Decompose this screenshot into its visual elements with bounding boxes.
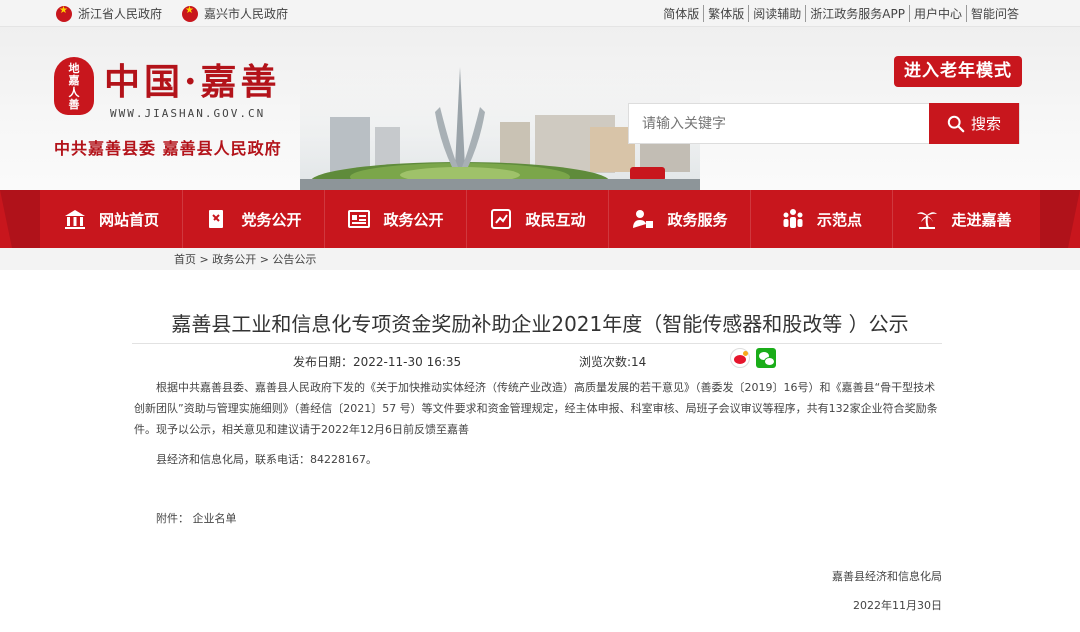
elder-mode-button[interactable]: 进入老年模式	[894, 56, 1022, 87]
simplified-link[interactable]: 简体版	[659, 5, 703, 22]
publish-date-label: 发布日期：	[293, 355, 354, 369]
people-icon	[783, 209, 803, 228]
view-count-label: 浏览次数:	[579, 355, 632, 369]
search-icon	[947, 115, 965, 132]
title-divider	[132, 343, 942, 344]
breadcrumb[interactable]: 首页 > 政务公开 > 公告公示	[174, 251, 316, 267]
zhejiang-gov-label: 浙江省人民政府	[78, 7, 163, 21]
nav-item-label: 政民互动	[525, 210, 586, 229]
nav-item-service[interactable]: 政务服务	[608, 190, 750, 248]
nav-item-label: 政务服务	[667, 210, 728, 229]
nav-item-interaction[interactable]: 政民互动	[466, 190, 608, 248]
share-buttons	[730, 348, 776, 368]
search-button-label: 搜索	[970, 115, 1001, 133]
document-icon	[348, 210, 371, 228]
nav-item-about-jiashan[interactable]: 走进嘉善	[892, 190, 1034, 248]
signature-date: 2022年11月30日	[853, 599, 942, 612]
palm-tree-icon	[917, 212, 938, 229]
nav-item-demo-site[interactable]: 示范点	[750, 190, 892, 248]
signature-org: 嘉善县经济和信息化局	[832, 570, 942, 583]
nav-item-gov-affairs[interactable]: 政务公开	[324, 190, 466, 248]
view-count-value: 14	[631, 355, 647, 369]
smart-qa-link[interactable]: 智能问答	[965, 5, 1023, 22]
main-nav: 网站首页 党务公开 政务公开 政民互动 政务服务 示范点 走进嘉善	[0, 190, 1080, 248]
wechat-share-icon[interactable]	[756, 348, 776, 368]
article-paragraph-contact: 县经济和信息化局，联系电话：84228167。	[156, 453, 377, 466]
publish-date-value: 2022-11-30 16:35	[353, 355, 462, 369]
logo-seal: 地嘉人善	[54, 57, 94, 115]
site-title[interactable]: 中国·嘉善	[104, 53, 281, 105]
chat-icon	[491, 209, 512, 229]
nav-left-edge	[0, 190, 40, 248]
article-body: 根据中共嘉善县委、嘉善县人民政府下发的《关于加快推动实体经济（传统产业改造）高质…	[134, 377, 944, 440]
search-button[interactable]: 搜索	[929, 103, 1019, 144]
nav-item-label: 政务公开	[383, 210, 444, 229]
nav-item-label: 走进嘉善	[951, 210, 1012, 229]
search-input[interactable]	[629, 104, 929, 143]
nav-item-party[interactable]: 党务公开	[182, 190, 324, 248]
search-bar: 搜索	[628, 103, 1020, 144]
site-header: 地嘉人善 中国·嘉善 WWW.JIASHAN.GOV.CN 中共嘉善县委 嘉善县…	[0, 27, 1080, 190]
article-paragraph: 根据中共嘉善县委、嘉善县人民政府下发的《关于加快推动实体经济（传统产业改造）高质…	[134, 381, 938, 436]
nav-item-label: 示范点	[816, 210, 862, 229]
party-flag-icon	[209, 210, 224, 228]
weibo-share-icon[interactable]	[730, 348, 750, 368]
traditional-link[interactable]: 繁体版	[703, 5, 748, 22]
breadcrumb-bar: 首页 > 政务公开 > 公告公示	[0, 248, 1080, 270]
nav-right-edge	[1040, 190, 1080, 248]
jiaxing-gov-label: 嘉兴市人民政府	[204, 7, 289, 21]
home-icon	[64, 210, 85, 229]
app-link[interactable]: 浙江政务服务APP	[805, 5, 909, 22]
article-title: 嘉善县工业和信息化专项资金奖励补助企业2021年度（智能传感器和股改等 ）公示	[171, 312, 909, 336]
attachment-link[interactable]: 附件： 企业名单	[156, 510, 237, 526]
national-emblem-icon	[182, 5, 199, 22]
national-emblem-icon	[56, 5, 72, 22]
publish-date: 发布日期：2022-11-30 16:35	[293, 353, 461, 370]
nav-item-label: 网站首页	[98, 210, 159, 229]
site-url: WWW.JIASHAN.GOV.CN	[110, 107, 266, 120]
view-count: 浏览次数:14	[579, 353, 646, 370]
reading-aid-link[interactable]: 阅读辅助	[748, 5, 805, 22]
nav-item-home[interactable]: 网站首页	[40, 190, 182, 248]
user-center-link[interactable]: 用户中心	[908, 5, 966, 22]
top-bar: 浙江省人民政府 嘉兴市人民政府 简体版 繁体版 阅读辅助 浙江政务服务APP 用…	[0, 0, 1080, 27]
nav-item-label: 党务公开	[241, 210, 302, 229]
zhejiang-gov-link[interactable]: 浙江省人民政府	[56, 5, 162, 22]
site-subtitle: 中共嘉善县委 嘉善县人民政府	[54, 139, 282, 158]
service-icon	[633, 210, 654, 228]
jiaxing-gov-link[interactable]: 嘉兴市人民政府	[182, 5, 288, 22]
